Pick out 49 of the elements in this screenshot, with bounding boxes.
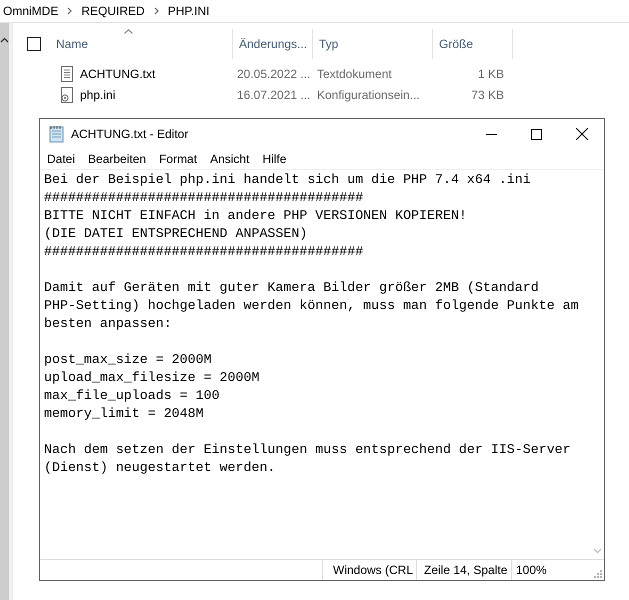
column-header[interactable]: Name [50,29,233,59]
chevron-icon [154,7,159,15]
chevron-icon [67,7,72,15]
file-name[interactable]: php.ini [80,88,116,102]
text-line: ######################################## [44,189,364,207]
size-cell-text: 73 KB [470,88,505,102]
select-all-checkbox[interactable] [27,37,41,51]
text-line: Damit auf Geräten mit guter Kamera Bilder größer 2MB (Standard [44,279,540,297]
column-header[interactable]: Größe [433,29,513,59]
text-line: memory_limit = 2048M [44,405,205,423]
column-header[interactable]: Änderungs... [233,29,313,59]
window-title: ACHTUNG.txt - Editor [71,127,190,141]
maximize-icon [531,128,542,140]
text-line: Nach dem setzen der Einstellungen muss entsprechend der IIS-Server [44,441,572,459]
text-line: ######################################## [44,243,364,261]
settings-file-icon [60,86,74,102]
text-line: PHP-Setting) hochgeladen werden können, muss man folgende Punkte am [44,297,580,315]
file-name[interactable]: ACHTUNG.txt [80,66,156,80]
date-cell-text: 20.05.2022 ... [236,66,311,80]
status-text: Windows (CRL [323,560,417,580]
notepad-icon [49,125,65,143]
text-line: (Dienst) neugestartet werden. [44,459,276,477]
text-line: max_file_uploads = 100 [44,387,221,405]
size-cell-text: 1 KB [476,66,505,80]
type-cell-text: Textdokument [316,66,393,80]
menu-item[interactable]: Hilfe [262,152,286,166]
text-line: BITTE NICHT EINFACH in andere PHP VERSIONEN KOPIEREN! [44,207,468,225]
text-line: upload_max_filesize = 2000M [44,369,260,387]
status-text: Zeile 14, Spalte [417,560,512,580]
breadcrumb-item[interactable]: PHP.INI [168,4,210,18]
text-line: post_max_size = 2000M [44,351,213,369]
resize-grip-icon[interactable] [594,570,602,578]
menu-item[interactable]: Format [159,152,198,166]
breadcrumb-item[interactable]: REQUIRED [81,4,145,18]
text-line: besten anpassen: [44,315,173,333]
status-text: 100% [515,562,547,579]
column-header[interactable]: Typ [313,29,433,59]
close-icon [576,128,588,140]
menu-item[interactable]: Datei [47,152,76,166]
text-file-icon [60,66,74,82]
menu-item[interactable]: Bearbeiten [88,152,146,166]
text-line: (DIE DATEI ENTSPRECHEND ANPASSEN) [44,225,308,243]
breadcrumb-item[interactable]: OmniMDE [3,4,58,18]
date-cell-text: 16.07.2021 ... [236,88,311,102]
text-line: Bei der Beispiel php.ini handelt sich um die PHP 7.4 x64 .ini [44,171,532,189]
type-cell-text: Konfigurationsein... [316,88,421,102]
menu-item[interactable]: Ansicht [210,152,250,166]
sort-caret-icon [124,29,133,34]
scrollbar[interactable] [0,23,13,600]
